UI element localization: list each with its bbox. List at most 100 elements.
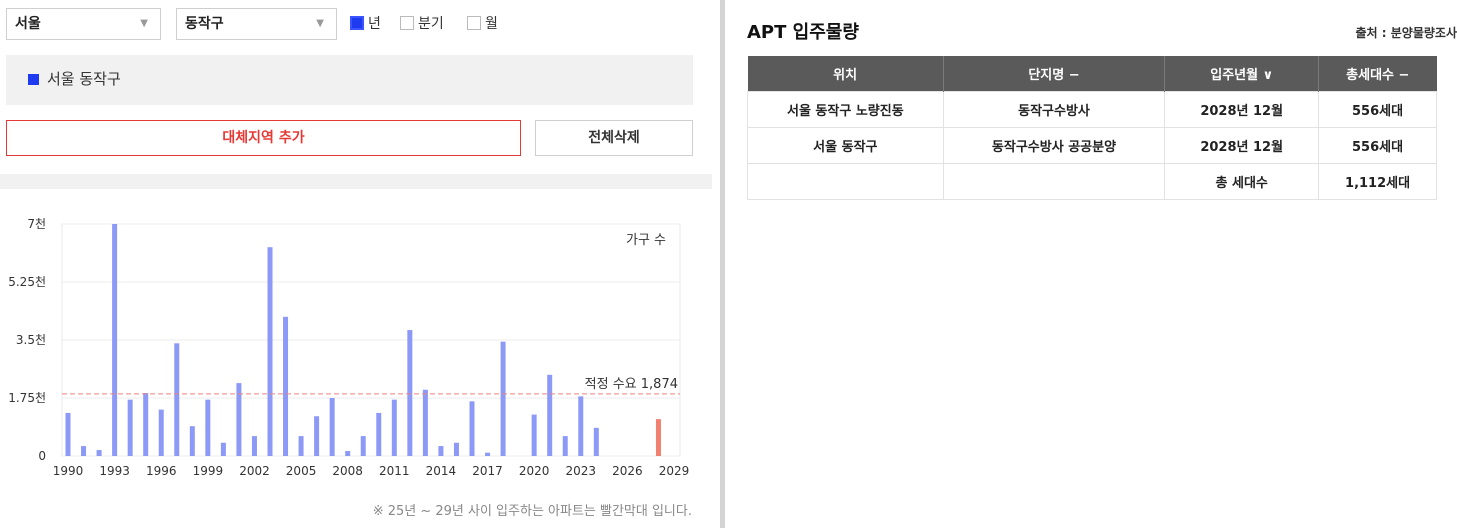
bar-1996 [158,409,164,456]
cell-total-value: 1,112세대 [1318,163,1437,200]
bar-1994 [127,399,133,456]
x-tick-label: 2005 [286,464,317,478]
legend-label: 가구 수 [626,233,666,248]
bar-2003 [267,247,273,456]
bar-1992 [96,450,102,456]
reference-line-label: 적정 수요 1,874 [585,377,678,392]
bar-2023 [578,396,584,456]
bar-2002 [251,436,257,456]
x-tick-label: 2026 [612,464,643,478]
table-total-row: 총 세대수 1,112세대 [747,163,1437,200]
bar-2020 [531,414,537,456]
bar-2008 [345,451,351,456]
cell-empty [747,163,944,200]
cell-households: 556세대 [1318,91,1437,128]
checkbox-icon [400,16,414,30]
bar-2018 [500,341,506,456]
cell-complex: 동작구수방사 [942,91,1166,128]
selected-region-panel: 서울 동작구 [6,55,693,105]
cell-total-label: 총 세대수 [1164,163,1320,200]
period-quarter-label: 분기 [418,16,444,32]
period-quarter-checkbox[interactable]: 분기 [400,15,444,33]
district-select-value: 동작구 [185,16,224,32]
chart-footnote: ※ 25년 ~ 29년 사이 입주하는 아파트는 빨간막대 입니다. [372,504,692,519]
y-tick-label: 5.25천 [8,274,46,289]
bar-2014 [438,446,444,456]
bar-2028 [655,419,661,456]
col-complex[interactable]: 단지명 − [943,56,1166,92]
bar-1991 [81,446,87,456]
bar-1995 [143,393,149,456]
city-select-value: 서울 [15,16,41,32]
section-divider [0,174,712,189]
right-panel: APT 입주물량 출처 : 분양물량조사 위치 단지명 − 입주년월 ∨ 총세대… [747,0,1457,528]
y-tick-label: 0 [38,449,46,463]
x-tick-label: 1990 [53,464,84,478]
x-tick-label: 1996 [146,464,177,478]
col-location[interactable]: 위치 [747,56,944,92]
cell-empty [942,163,1166,200]
bar-2005 [298,436,304,456]
x-tick-label: 2014 [426,464,457,478]
district-select[interactable]: 동작구 ▼ [176,8,337,40]
bar-2010 [376,412,382,456]
period-year-label: 년 [368,16,381,32]
bar-2017 [485,452,491,456]
x-tick-label: 2029 [659,464,690,478]
table-row: 서울 동작구 노량진동 동작구수방사 2028년 12월 556세대 [747,91,1437,128]
bar-2021 [547,374,553,456]
bar-2009 [360,436,366,456]
period-month-checkbox[interactable]: 월 [467,15,498,33]
x-tick-label: 2002 [239,464,270,478]
bar-2004 [283,316,289,456]
bar-2016 [469,401,475,456]
chevron-down-icon: ▼ [316,18,324,29]
bar-2011 [391,399,397,456]
period-year-checkbox[interactable]: 년 [350,15,381,33]
bar-1990 [65,412,71,456]
table-header-row: 위치 단지명 − 입주년월 ∨ 총세대수 − [747,56,1437,92]
x-tick-label: 2017 [472,464,503,478]
cell-complex: 동작구수방사 공공분양 [942,127,1166,164]
y-tick-label: 7천 [27,216,46,231]
city-select[interactable]: 서울 ▼ [6,8,161,40]
bar-1997 [174,343,180,456]
apt-title: APT 입주물량 [747,22,859,43]
left-panel: 서울 ▼ 동작구 ▼ 년 분기 월 서울 동작구 대체지역 추가 전체삭제 01… [0,0,712,528]
col-move-in[interactable]: 입주년월 ∨ [1164,56,1320,92]
bar-2007 [329,398,335,456]
apt-source: 출처 : 분양물량조사 [1355,26,1457,40]
chevron-down-icon: ▼ [140,18,148,29]
bar-2024 [593,427,599,456]
cell-move-in: 2028년 12월 [1164,91,1320,128]
cell-location: 서울 동작구 [747,127,944,164]
y-tick-label: 1.75천 [8,390,46,405]
cell-households: 556세대 [1318,127,1437,164]
table-row: 서울 동작구 동작구수방사 공공분양 2028년 12월 556세대 [747,127,1437,164]
add-region-button[interactable]: 대체지역 추가 [6,120,521,156]
x-tick-label: 2008 [332,464,363,478]
bar-1998 [189,426,195,456]
delete-all-button[interactable]: 전체삭제 [535,120,693,156]
cell-location: 서울 동작구 노량진동 [747,91,944,128]
bar-1993 [112,224,118,456]
bar-2013 [422,389,428,456]
checkbox-icon [467,16,481,30]
x-tick-label: 1999 [193,464,224,478]
move-in-volume-chart: 0 1.75천 3.5천 5.25천 7천 1990 1993 1996 1999 2002 200… [8,216,690,478]
x-tick-label: 1993 [99,464,130,478]
bar-2022 [562,436,568,456]
checkbox-checked-icon [350,16,364,30]
bar-2015 [453,442,459,456]
bar-1999 [205,399,211,456]
region-color-marker [28,74,39,85]
cell-move-in: 2028년 12월 [1164,127,1320,164]
panel-divider [720,0,725,528]
bar-2000 [220,442,226,456]
x-tick-label: 2020 [519,464,550,478]
x-tick-label: 2011 [379,464,410,478]
apt-table: 위치 단지명 − 입주년월 ∨ 총세대수 − 서울 동작구 노량진동 동작구수방… [747,56,1437,200]
bar-2006 [314,416,320,456]
period-month-label: 월 [485,16,498,32]
col-households[interactable]: 총세대수 − [1318,56,1437,92]
